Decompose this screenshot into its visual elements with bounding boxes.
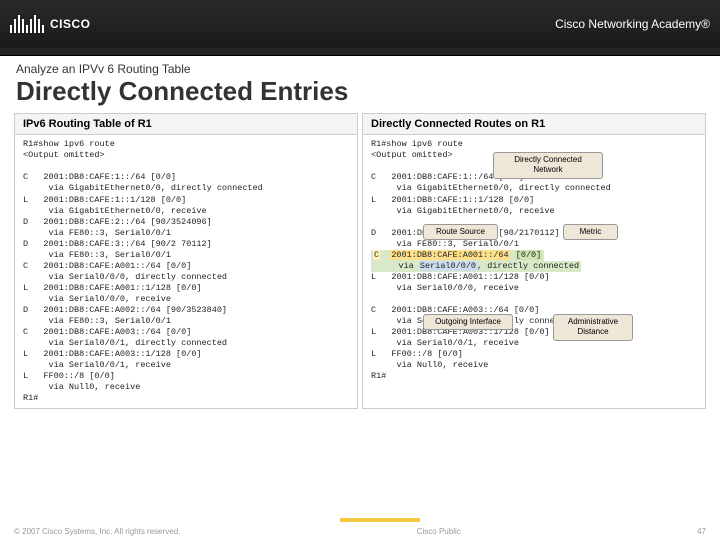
l: via GigabitEthernet0/0, receive bbox=[23, 206, 207, 216]
r: C 2001:DB8:CAFE:A003::/64 [0/0] bbox=[371, 305, 539, 315]
left-panel-title: IPv6 Routing Table of R1 bbox=[15, 114, 357, 135]
route-out-if: Serial0/0/0 bbox=[419, 261, 477, 271]
brand-text: CISCO bbox=[50, 17, 91, 31]
l: via Serial0/0/1, receive bbox=[23, 360, 171, 370]
header-strip bbox=[0, 48, 720, 56]
l: C 2001:DB8:CAFE:A001::/64 [0/0] bbox=[23, 261, 191, 271]
highlighted-route-line: C 2001:DB8:CAFE:A001::/64 [0/0] bbox=[371, 250, 544, 261]
page-title: Directly Connected Entries bbox=[0, 76, 720, 113]
cmd: R1#show ipv6 route bbox=[371, 139, 463, 149]
route-code: C bbox=[373, 250, 380, 260]
r: C 2001:DB8:CAFE:1::/64 [0/0] bbox=[371, 172, 524, 182]
right-terminal: R1#show ipv6 route <Output omitted> C 20… bbox=[363, 135, 705, 386]
r: via Serial0/0/1, directly connected bbox=[371, 316, 575, 326]
content-row: IPv6 Routing Table of R1 R1#show ipv6 ro… bbox=[0, 113, 720, 409]
r: R1# bbox=[371, 371, 386, 381]
left-terminal: R1#show ipv6 route <Output omitted> C 20… bbox=[15, 135, 357, 408]
highlighted-via-line: via Serial0/0/0, directly connected bbox=[371, 261, 581, 272]
r: L 2001:DB8:CAFE:1::1/128 [0/0] bbox=[371, 195, 534, 205]
l: via Serial0/0/0, directly connected bbox=[23, 272, 227, 282]
l: R1# bbox=[23, 393, 38, 403]
section-title: Analyze an IPVv 6 Routing Table bbox=[0, 56, 720, 76]
l: C 2001:DB8:CAFE:1::/64 [0/0] bbox=[23, 172, 176, 182]
r: L FF00::/8 [0/0] bbox=[371, 349, 463, 359]
l: via Null0, receive bbox=[23, 382, 140, 392]
l: D 2001:DB8:CAFE:2::/64 [90/3524096] bbox=[23, 217, 212, 227]
l: L FF00::/8 [0/0] bbox=[23, 371, 115, 381]
l: L 2001:DB8:CAFE:A003::1/128 [0/0] bbox=[23, 349, 202, 359]
l: C 2001:DB8:CAFE:A003::/64 [0/0] bbox=[23, 327, 191, 337]
l: via Serial0/0/0, receive bbox=[23, 294, 171, 304]
header-bar: CISCO Cisco Networking Academy® bbox=[0, 0, 720, 48]
cmd: R1#show ipv6 route bbox=[23, 139, 115, 149]
omit: <Output omitted> bbox=[23, 150, 105, 160]
l: L 2001:DB8:CAFE:1::1/128 [0/0] bbox=[23, 195, 186, 205]
r: via GigabitEthernet0/0, directly connect… bbox=[371, 183, 611, 193]
l: D 2001:DB8:CAFE:A002::/64 [90/3523840] bbox=[23, 305, 227, 315]
footer-class: Cisco Public bbox=[417, 527, 461, 536]
l: via FE80::3, Serial0/0/1 bbox=[23, 250, 171, 260]
r: via GigabitEthernet0/0, receive bbox=[371, 206, 555, 216]
r: L 2001:DB8:CAFE:A001::1/128 [0/0] bbox=[371, 272, 550, 282]
left-panel: IPv6 Routing Table of R1 R1#show ipv6 ro… bbox=[14, 113, 358, 409]
footer: © 2007 Cisco Systems, Inc. All rights re… bbox=[0, 522, 720, 540]
r: via FE80::3, Serial0/0/1 bbox=[371, 239, 519, 249]
l: via Serial0/0/1, directly connected bbox=[23, 338, 227, 348]
academy-text: Cisco Networking Academy® bbox=[555, 17, 710, 31]
l: D 2001:DB8:CAFE:3::/64 [90/2 70112] bbox=[23, 239, 212, 249]
l: via GigabitEthernet0/0, directly connect… bbox=[23, 183, 263, 193]
r: via Serial0/0/0, receive bbox=[371, 283, 519, 293]
r: D 2001:DB8:CAFE:3::/64 [90/2170112] bbox=[371, 228, 560, 238]
omit: <Output omitted> bbox=[371, 150, 453, 160]
cisco-logo: CISCO bbox=[10, 15, 91, 33]
l: via FE80::3, Serial0/0/1 bbox=[23, 228, 171, 238]
r: L 2001:DB8:CAFE:A003::1/128 [0/0] bbox=[371, 327, 550, 337]
r: via Serial0/0/1, receive bbox=[371, 338, 519, 348]
right-panel: Directly Connected Routes on R1 Directly… bbox=[362, 113, 706, 409]
footer-page: 47 bbox=[697, 527, 706, 536]
footer-copyright: © 2007 Cisco Systems, Inc. All rights re… bbox=[14, 527, 180, 536]
route-ad: [0/0] bbox=[515, 250, 543, 260]
l: via FE80::3, Serial0/0/1 bbox=[23, 316, 171, 326]
cisco-bars-icon bbox=[10, 15, 44, 33]
route-network: 2001:DB8:CAFE:A001::/64 bbox=[390, 250, 509, 260]
l: L 2001:DB8:CAFE:A001::1/128 [0/0] bbox=[23, 283, 202, 293]
right-panel-title: Directly Connected Routes on R1 bbox=[363, 114, 705, 135]
r: via Null0, receive bbox=[371, 360, 488, 370]
